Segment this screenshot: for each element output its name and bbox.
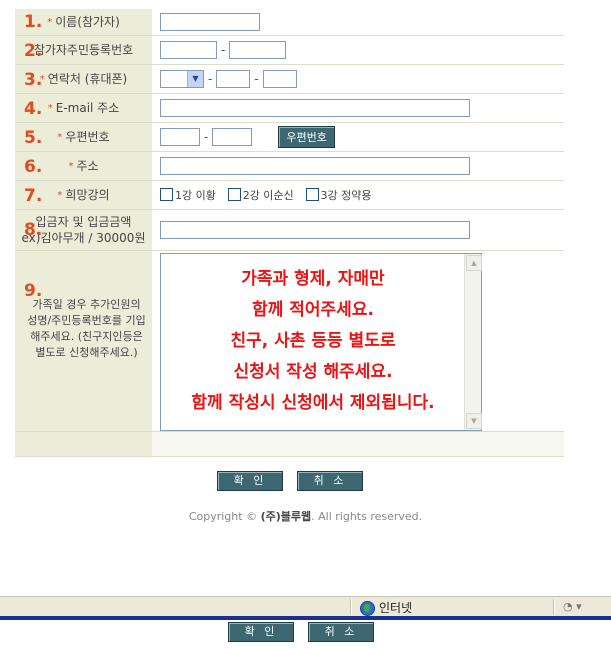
- dash: -: [204, 129, 209, 144]
- label-text: E-mail 주소: [55, 101, 120, 115]
- label-name: 1. * 이름(참가자): [15, 9, 152, 36]
- dash: -: [221, 42, 226, 57]
- confirm-button-bottom[interactable]: 확 인: [228, 622, 294, 642]
- required-star: *: [57, 132, 63, 143]
- row-number: 6.: [24, 156, 43, 177]
- chevron-down-icon: ▼: [187, 70, 203, 87]
- zipcode-search-button[interactable]: 우편번호: [278, 125, 335, 148]
- company-name: (주)블루웹: [260, 510, 312, 523]
- label-deposit: 8. 입금자 및 입금금액 ex)김아무개 / 30000원: [15, 209, 152, 251]
- label-resident-number: 2. 참가자주민등록번호: [15, 35, 152, 65]
- row-number: 1.: [24, 12, 43, 32]
- notice-line: 친구, 사촌 등등 별도로: [230, 330, 396, 351]
- row-number: 2.: [24, 40, 43, 61]
- row-number: 8.: [24, 219, 43, 240]
- label-course: 7. * 희망강의: [15, 180, 152, 210]
- phone-last-input[interactable]: [262, 69, 297, 88]
- security-zone: 인터넷: [360, 599, 412, 616]
- phone-middle-input[interactable]: [216, 69, 251, 88]
- empty-value-cell: [152, 431, 564, 457]
- globe-icon: [360, 601, 375, 616]
- cancel-button[interactable]: 취 소: [297, 471, 363, 491]
- row-number: 5.: [24, 127, 43, 148]
- label-text: 연락처 (휴대폰): [47, 72, 128, 86]
- row-number: 3.: [24, 69, 43, 90]
- notice-line: 신청서 작성 해주세요.: [233, 361, 393, 382]
- row-number: 4.: [24, 98, 43, 119]
- notice-line: 함께 적어주세요.: [252, 299, 374, 320]
- required-star: *: [47, 17, 53, 29]
- label-text: 가족일 경우 추가인원의 성명/주민등록번호를 기입해주세요. (친구지인등은 …: [27, 297, 146, 359]
- zipcode-front-input[interactable]: [160, 127, 200, 146]
- label-email: 4. * E-mail 주소: [15, 93, 152, 123]
- course-1-checkbox[interactable]: [160, 188, 173, 201]
- deposit-input[interactable]: [160, 220, 470, 239]
- resident-number-back-input[interactable]: [229, 40, 287, 59]
- dash: -: [254, 71, 259, 86]
- label-zipcode: 5. * 우편번호: [15, 122, 152, 152]
- scroll-up-icon[interactable]: ▲: [466, 254, 482, 271]
- resident-number-front-input[interactable]: [160, 40, 217, 59]
- label-text: 우편번호: [65, 130, 110, 144]
- label-phone: 3. * 연락처 (휴대폰): [15, 64, 152, 94]
- copyright: Copyright © (주)블루웹. All rights reserved.: [188, 510, 423, 523]
- additional-members-textarea[interactable]: 가족과 형제, 자매만 함께 적어주세요. 친구, 사촌 등등 별도로 신청서 …: [160, 252, 482, 431]
- label-text: 참가자주민등록번호: [33, 43, 134, 57]
- zipcode-back-input[interactable]: [212, 127, 253, 146]
- confirm-button[interactable]: 확 인: [217, 471, 283, 491]
- label-text: 이름(참가자): [55, 15, 120, 30]
- zoom-icon[interactable]: ◔ ▾: [563, 600, 583, 614]
- label-text: 희망강의: [65, 188, 110, 202]
- course-3-checkbox[interactable]: [305, 188, 319, 201]
- label-text: 주소: [76, 159, 99, 173]
- course-3-label: 3강 정약용: [320, 188, 372, 202]
- notice-line: 함께 작성시 신청에서 제외됩니다.: [191, 392, 435, 413]
- course-2-label: 2강 이순신: [242, 188, 294, 202]
- row-number: 9.: [24, 280, 43, 301]
- required-star: *: [68, 161, 74, 172]
- window-frame: [0, 616, 611, 620]
- phone-prefix-select[interactable]: ▼: [160, 69, 204, 88]
- notice-line: 가족과 형제, 자매만: [241, 268, 385, 289]
- label-additional-members: 9. 가족일 경우 추가인원의 성명/주민등록번호를 기입해주세요. (친구지인…: [15, 250, 152, 432]
- empty-label-cell: [15, 431, 152, 457]
- cancel-button-bottom[interactable]: 취 소: [308, 622, 374, 642]
- row-number: 7.: [24, 185, 43, 206]
- name-input[interactable]: [160, 12, 260, 31]
- course-1-label: 1강 이황: [175, 188, 216, 202]
- address-input[interactable]: [160, 156, 470, 175]
- scroll-down-icon[interactable]: ▼: [466, 412, 482, 429]
- textarea-scrollbar[interactable]: ▲ ▼: [464, 253, 482, 430]
- label-address: 6. * 주소: [15, 151, 152, 181]
- browser-status-bar: 인터넷 ◔ ▾: [0, 596, 611, 617]
- course-2-checkbox[interactable]: [227, 188, 241, 201]
- required-star: *: [57, 190, 63, 201]
- required-star: *: [47, 103, 53, 114]
- email-input[interactable]: [160, 98, 470, 117]
- dash: -: [208, 71, 213, 86]
- application-form: 1. * 이름(참가자) 2. 참가자주민등록번호 - 3. * 연락처 (휴대폰)…: [15, 9, 564, 457]
